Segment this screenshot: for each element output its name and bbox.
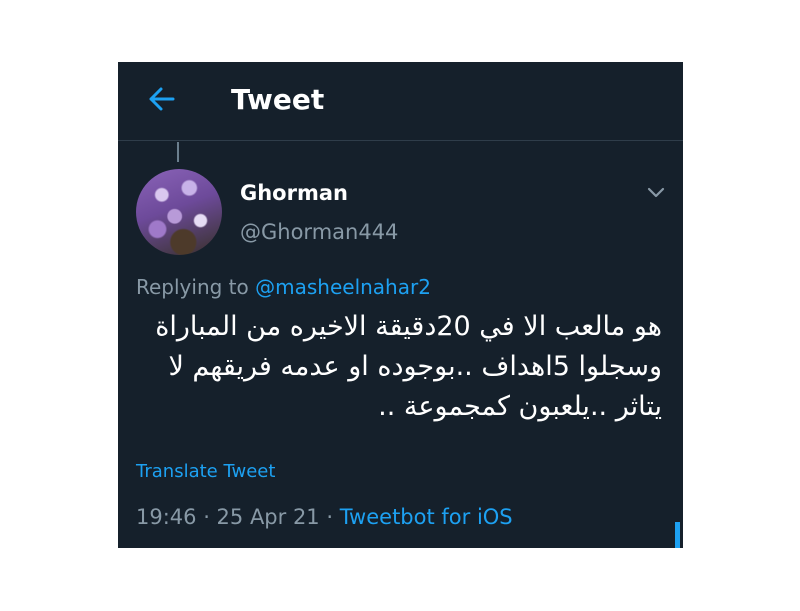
tweet-source-link[interactable]: Tweetbot for iOS xyxy=(340,505,513,529)
tweet-metadata: 19:46 · 25 Apr 21 · Tweetbot for iOS xyxy=(136,502,513,532)
author-handle[interactable]: @Ghorman444 xyxy=(240,218,398,246)
arrow-left-icon xyxy=(149,87,175,111)
back-button[interactable] xyxy=(144,82,178,116)
replying-prefix: Replying to xyxy=(136,275,249,299)
replying-to-line: Replying to @masheelnahar2 xyxy=(136,273,431,301)
scrollbar[interactable] xyxy=(675,522,680,548)
author-name[interactable]: Ghorman xyxy=(240,179,348,207)
tweet-timestamp[interactable]: 19:46 · 25 Apr 21 · xyxy=(136,505,340,529)
avatar[interactable] xyxy=(136,169,222,255)
thread-line xyxy=(177,142,179,162)
chevron-down-icon xyxy=(647,187,665,198)
more-options-button[interactable] xyxy=(645,181,667,203)
top-bar: Tweet xyxy=(118,62,683,141)
page-title: Tweet xyxy=(231,83,325,116)
reply-to-handle-link[interactable]: @masheelnahar2 xyxy=(255,275,431,299)
translate-tweet-link[interactable]: Translate Tweet xyxy=(136,460,275,484)
tweet-screen: Tweet Ghorman @Ghorman444 Replying to @m… xyxy=(118,62,683,548)
tweet-text: هو مالعب الا في 20دقيقة الاخيره من المبا… xyxy=(155,311,662,422)
